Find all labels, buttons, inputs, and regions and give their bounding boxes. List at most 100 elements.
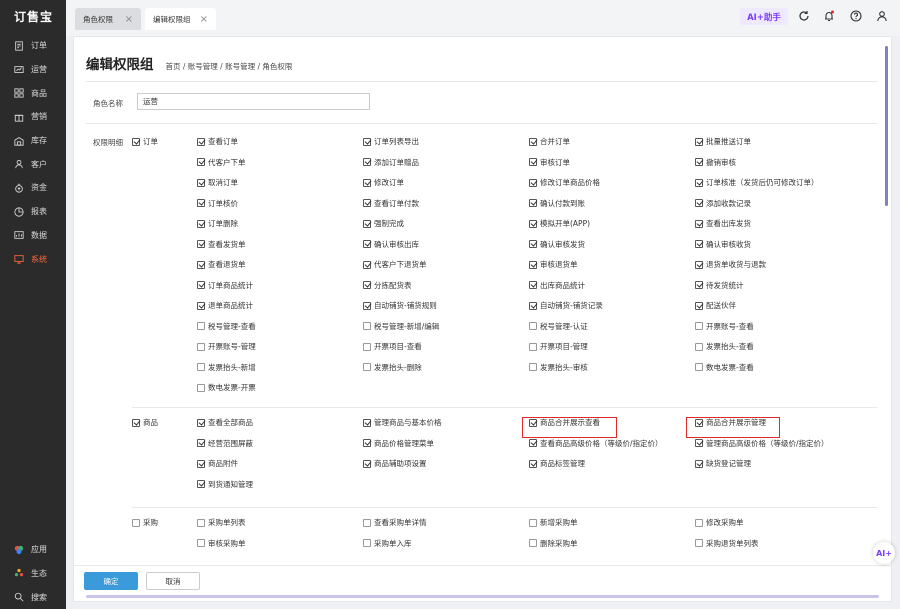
checkbox[interactable] <box>695 281 703 289</box>
checkbox[interactable] <box>363 281 371 289</box>
user-icon[interactable] <box>876 10 888 22</box>
checkbox[interactable] <box>529 363 537 371</box>
checkbox[interactable] <box>197 322 205 330</box>
permission-checkbox[interactable]: 分拣配货表 <box>363 280 412 291</box>
permission-checkbox[interactable]: 采购单入库 <box>363 538 412 549</box>
checkbox[interactable] <box>529 539 537 547</box>
permission-checkbox[interactable]: 添加收款记录 <box>695 198 751 209</box>
permission-checkbox[interactable]: 强制完成 <box>363 218 404 229</box>
checkbox[interactable] <box>529 199 537 207</box>
permission-checkbox[interactable]: 查看全部商品 <box>197 417 253 428</box>
permission-checkbox[interactable]: 待发货统计 <box>695 280 744 291</box>
permission-checkbox[interactable]: 取消订单 <box>197 177 238 188</box>
checkbox[interactable] <box>695 158 703 166</box>
breadcrumb[interactable]: 首页 / 账号管理 / 账号管理 / 角色权限 <box>166 61 293 72</box>
checkbox[interactable] <box>197 240 205 248</box>
sidebar-item-apps[interactable]: 应用 <box>0 538 66 562</box>
permission-checkbox[interactable]: 查看退货单 <box>197 259 246 270</box>
checkbox[interactable] <box>197 219 205 228</box>
bell-icon[interactable] <box>823 10 835 22</box>
permission-checkbox[interactable]: 采购单列表 <box>197 517 246 528</box>
checkbox[interactable] <box>695 539 703 547</box>
sidebar-item-ecosystem[interactable]: 生态 <box>0 562 66 586</box>
sidebar-item-system[interactable]: 系统 <box>0 247 66 271</box>
permission-checkbox[interactable]: 配送伙伴 <box>695 300 736 311</box>
permission-checkbox[interactable]: 查看出库发货 <box>695 218 751 229</box>
checkbox[interactable] <box>197 363 205 371</box>
permission-checkbox[interactable]: 代客户下退货单 <box>363 259 427 270</box>
sidebar-item-goods[interactable]: 商品 <box>0 81 66 105</box>
permission-checkbox[interactable]: 开票账号-管理 <box>197 341 256 352</box>
checkbox[interactable] <box>695 137 703 146</box>
checkbox[interactable] <box>197 301 205 310</box>
checkbox[interactable] <box>363 158 371 166</box>
refresh-icon[interactable] <box>798 10 810 22</box>
vertical-scrollbar[interactable] <box>885 46 888 206</box>
checkbox[interactable] <box>529 137 537 146</box>
checkbox[interactable] <box>695 518 703 527</box>
checkbox[interactable] <box>197 281 205 289</box>
tab-role-permission[interactable]: 角色权限 × <box>75 8 141 30</box>
permission-checkbox[interactable]: 退货单收货与退款 <box>695 259 766 270</box>
checkbox[interactable] <box>529 281 537 289</box>
checkbox[interactable] <box>363 459 371 468</box>
checkbox[interactable] <box>529 439 537 447</box>
permission-checkbox[interactable]: 确认审核收货 <box>695 239 751 250</box>
permission-checkbox[interactable]: 代客户下单 <box>197 157 246 168</box>
permission-checkbox[interactable]: 发票抬头-审核 <box>529 362 588 373</box>
permission-checkbox[interactable]: 发票抬头-删除 <box>363 362 422 373</box>
checkbox[interactable] <box>197 178 205 187</box>
sidebar-item-report[interactable]: 报表 <box>0 200 66 224</box>
permission-checkbox[interactable]: 合并订单 <box>529 136 570 147</box>
permission-checkbox[interactable]: 数电发票-查看 <box>695 362 754 373</box>
permission-checkbox[interactable]: 确认审核出库 <box>363 239 419 250</box>
cancel-button[interactable]: 取消 <box>146 572 200 590</box>
permission-checkbox[interactable]: 管理商品与基本价格 <box>363 417 442 428</box>
permission-checkbox[interactable]: 订单商品统计 <box>197 280 253 291</box>
permission-checkbox[interactable]: 数电发票-开票 <box>197 382 256 393</box>
permission-checkbox[interactable]: 撤销审核 <box>695 157 736 168</box>
checkbox[interactable] <box>695 301 703 310</box>
group-checkbox[interactable]: 商品 <box>132 417 158 428</box>
permission-checkbox[interactable]: 发票抬头-新增 <box>197 362 256 373</box>
checkbox[interactable] <box>363 137 371 146</box>
checkbox[interactable] <box>529 158 537 166</box>
checkbox[interactable] <box>529 518 537 527</box>
permission-checkbox[interactable]: 查看发货单 <box>197 239 246 250</box>
permission-checkbox[interactable]: 查看采购单详情 <box>363 517 427 528</box>
permission-checkbox[interactable]: 审核采购单 <box>197 538 246 549</box>
checkbox[interactable] <box>363 363 371 371</box>
checkbox[interactable] <box>695 439 703 447</box>
permission-checkbox[interactable]: 税号管理-查看 <box>197 321 256 332</box>
checkbox[interactable] <box>363 199 371 207</box>
permission-checkbox[interactable]: 税号管理-新增/编辑 <box>363 321 439 332</box>
permission-checkbox[interactable]: 审核退货单 <box>529 259 578 270</box>
checkbox[interactable] <box>695 178 703 187</box>
permission-checkbox[interactable]: 管理商品高级价格（等级价/指定价） <box>695 438 829 449</box>
permission-checkbox[interactable]: 查看商品高级价格（等级价/指定价） <box>529 438 663 449</box>
permission-checkbox[interactable]: 订单列表导出 <box>363 136 419 147</box>
tab-edit-permission-group[interactable]: 编辑权限组 × <box>145 8 216 30</box>
close-icon[interactable]: × <box>200 14 208 25</box>
sidebar-item-order[interactable]: 订单 <box>0 34 66 58</box>
permission-checkbox[interactable]: 商品辅助项设置 <box>363 458 427 469</box>
checkbox[interactable] <box>695 322 703 330</box>
checkbox[interactable] <box>363 539 371 547</box>
checkbox[interactable] <box>363 219 371 228</box>
confirm-button[interactable]: 确定 <box>84 572 138 590</box>
permission-checkbox[interactable]: 订单核价 <box>197 198 238 209</box>
sidebar-item-operation[interactable]: 运营 <box>0 58 66 82</box>
permission-checkbox[interactable]: 开票账号-查看 <box>695 321 754 332</box>
checkbox[interactable] <box>529 240 537 248</box>
help-icon[interactable] <box>850 10 862 22</box>
checkbox[interactable] <box>363 240 371 248</box>
checkbox[interactable] <box>197 459 205 468</box>
role-name-input[interactable]: 运营 <box>137 93 370 110</box>
checkbox[interactable] <box>197 539 205 547</box>
checkbox[interactable] <box>197 418 205 427</box>
checkbox[interactable] <box>197 439 205 447</box>
checkbox[interactable] <box>529 322 537 330</box>
checkbox[interactable] <box>197 137 205 146</box>
checkbox[interactable] <box>529 301 537 310</box>
permission-checkbox[interactable]: 税号管理-认证 <box>529 321 588 332</box>
